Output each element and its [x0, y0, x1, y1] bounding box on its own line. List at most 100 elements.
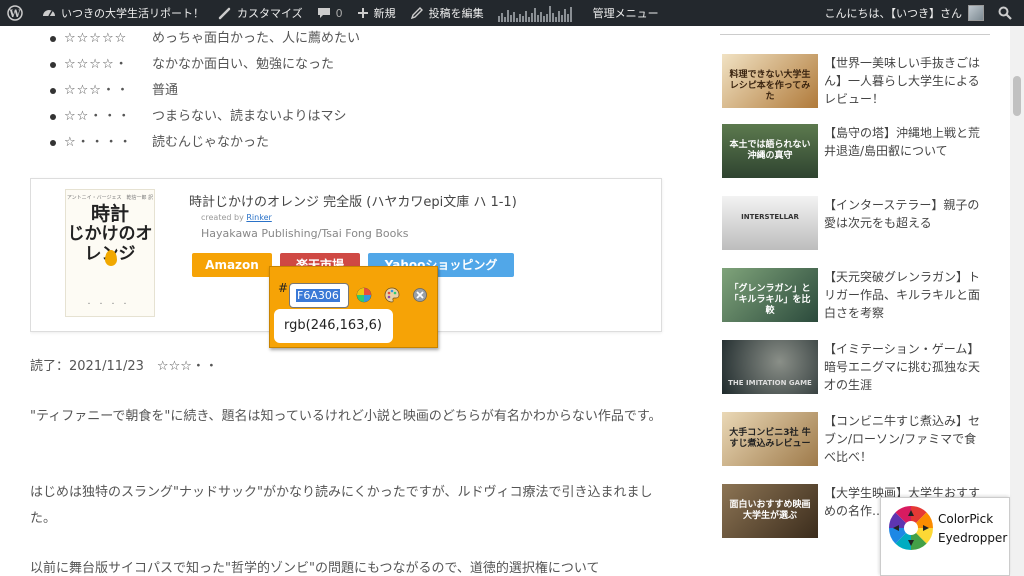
paragraph: はじめは独特のスラング"ナッドサック"がかなり読みにくかったですが、ルドヴィコ療…: [30, 485, 653, 526]
post-title-link[interactable]: 【世界一美味しい手抜きごはん】一人暮らし大学生によるレビュー！: [824, 54, 988, 108]
avatar: [968, 5, 984, 21]
hex-hash-label: #: [278, 281, 289, 295]
orange-drop-icon: [105, 250, 117, 266]
rating-text: めっちゃ面白かった、人に薦めたい: [152, 31, 361, 46]
paragraph: 以前に舞台版サイコパスで知った"哲学的ゾンビ"の問題にもつながるので、道徳的選択…: [30, 561, 600, 576]
rating-stars: ☆・・・・: [64, 135, 133, 150]
edit-post-link[interactable]: 投稿を編集: [403, 0, 491, 26]
post-thumbnail[interactable]: 本土では語られない 沖縄の真守: [722, 124, 818, 178]
colorpick-eyedropper-widget[interactable]: ColorPick Eyedropper: [880, 497, 1010, 576]
paragraph: "ティファニーで朝食を"に続き、題名は知っているけれど小説と映画のどちらが有名か…: [30, 409, 662, 424]
rating-text: 普通: [152, 83, 179, 98]
post-title-link[interactable]: 【イミテーション・ゲーム】暗号エニグマに挑む孤独な天才の生涯: [824, 340, 988, 394]
brush-icon: [218, 7, 231, 20]
sidebar-post-item[interactable]: 大手コンビニ3社 牛すじ煮込みレビュー 【コンビニ牛すじ煮込み】セブン/ローソン…: [720, 412, 990, 468]
rating-text: なかなか面白い、勉強になった: [152, 57, 335, 72]
book-publisher: Hayakawa Publishing/Tsai Fong Books: [201, 227, 409, 240]
my-account-link[interactable]: こんにちは、【いつき】さん: [818, 0, 992, 26]
created-by: created by Rinker: [201, 213, 272, 222]
post-thumbnail[interactable]: 面白いおすすめ映画 大学生が選ぶ: [722, 484, 818, 538]
thumbnail-caption: 面白いおすすめ映画 大学生が選ぶ: [729, 500, 811, 521]
color-picker-popup: # F6A306 rgb(246,163,6): [269, 266, 438, 348]
rating-stars: ☆☆☆☆・: [64, 57, 129, 72]
list-item: ☆・・・・ 読むんじゃなかった: [50, 130, 360, 156]
rating-stars: ☆☆☆☆☆: [64, 31, 128, 46]
search-icon: [998, 6, 1012, 20]
thumbnail-caption: THE IMITATION GAME: [728, 379, 812, 387]
read-date-line: 読了：2021/11/23 ☆☆☆・・: [30, 359, 218, 374]
close-icon[interactable]: [412, 287, 428, 303]
wp-admin-bar: W いつきの大学生活リポート！ カスタマイズ 0 新規 投稿を編集 管理メニュー…: [0, 0, 1024, 26]
customize-link[interactable]: カスタマイズ: [211, 0, 310, 26]
list-item: ☆☆・・・ つまらない、読まないよりはマシ: [50, 104, 360, 130]
thumbnail-caption: 本土では語られない 沖縄の真守: [729, 140, 811, 161]
post-title-link[interactable]: 【インターステラー】親子の愛は次元をも超える: [824, 196, 988, 232]
sidebar-post-item[interactable]: INTERSTELLAR 【インターステラー】親子の愛は次元をも超える: [720, 196, 990, 252]
page-scrollbar[interactable]: [1010, 26, 1024, 576]
new-label: 新規: [373, 7, 396, 20]
rating-text: 読むんじゃなかった: [152, 135, 270, 150]
rating-stars: ☆☆・・・: [64, 109, 132, 124]
dashboard-icon: [43, 10, 55, 17]
post-thumbnail[interactable]: 大手コンビニ3社 牛すじ煮込みレビュー: [722, 412, 818, 466]
post-title-link[interactable]: 【天元突破グレンラガン】トリガー作品、キルラキルと面白さを考察: [824, 268, 988, 322]
sidebar-post-item[interactable]: 本土では語られない 沖縄の真守 【島守の塔】沖縄地上戦と荒井退造/島田叡について: [720, 124, 990, 180]
cover-dots: ・・・・: [85, 301, 134, 308]
hex-value-input[interactable]: F6A306: [289, 283, 349, 308]
list-item: ☆☆☆・・ 普通: [50, 78, 360, 104]
site-name-link[interactable]: いつきの大学生活リポート！: [35, 0, 211, 26]
cover-author: アントニイ・バージェス 乾信一郎 訳: [66, 195, 154, 201]
new-content-link[interactable]: 新規: [350, 0, 403, 26]
wordpress-icon: W: [7, 5, 23, 21]
post-thumbnail[interactable]: 「グレンラガン」と「キルラキル」を比較: [722, 268, 818, 322]
sidebar-post-item[interactable]: 料理できない大学生 レシピ本を作ってみた 【世界一美味しい手抜きごはん】一人暮ら…: [720, 54, 990, 110]
hex-value-selected: F6A306: [296, 289, 340, 302]
sidebar-recent-posts: 料理できない大学生 レシピ本を作ってみた 【世界一美味しい手抜きごはん】一人暮ら…: [720, 26, 990, 576]
post-thumbnail[interactable]: INTERSTELLAR: [722, 196, 818, 250]
post-title-link[interactable]: 【島守の塔】沖縄地上戦と荒井退造/島田叡について: [824, 124, 988, 160]
rating-text: つまらない、読まないよりはマシ: [152, 109, 347, 124]
post-thumbnail[interactable]: THE IMITATION GAME: [722, 340, 818, 394]
amazon-button[interactable]: Amazon: [192, 253, 272, 277]
color-wheel-icon[interactable]: [356, 287, 372, 303]
admin-menu-link[interactable]: 管理メニュー: [586, 0, 666, 26]
eyedropper-color-wheel-icon: [888, 505, 934, 551]
scrollbar-thumb[interactable]: [1013, 76, 1021, 116]
rgb-value-box[interactable]: rgb(246,163,6): [274, 309, 393, 343]
sidebar-post-item[interactable]: 「グレンラガン」と「キルラキル」を比較 【天元突破グレンラガン】トリガー作品、キ…: [720, 268, 990, 324]
list-item: ☆☆☆☆・ なかなか面白い、勉強になった: [50, 52, 360, 78]
thumbnail-caption: 「グレンラガン」と「キルラキル」を比較: [729, 284, 811, 316]
thumbnail-caption: 大手コンビニ3社 牛すじ煮込みレビュー: [729, 428, 811, 449]
stats-sparkline[interactable]: [491, 0, 586, 26]
list-item: ☆☆☆☆☆ めっちゃ面白かった、人に薦めたい: [50, 26, 360, 52]
wordpress-logo[interactable]: W: [0, 0, 35, 26]
rating-stars: ☆☆☆・・: [64, 83, 130, 98]
svg-text:W: W: [8, 9, 21, 20]
greeting-text: こんにちは、【いつき】さん: [824, 7, 963, 20]
post-title-link[interactable]: 【コンビニ牛すじ煮込み】セブン/ローソン/ファミマで食べ比べ！: [824, 412, 988, 466]
admin-menu-label: 管理メニュー: [592, 7, 659, 20]
plus-icon: [357, 8, 368, 18]
site-name: いつきの大学生活リポート！: [61, 7, 204, 20]
stats-chart-icon: [497, 6, 572, 22]
thumbnail-caption: INTERSTELLAR: [741, 213, 799, 221]
edit-post-label: 投稿を編集: [428, 7, 484, 20]
eyedropper-label: ColorPick Eyedropper: [938, 512, 1008, 545]
book-cover-image[interactable]: アントニイ・バージェス 乾信一郎 訳 時計 じかけのオレンジ ・・・・: [65, 189, 155, 317]
comments-count: 0: [335, 6, 343, 20]
palette-icon[interactable]: [384, 287, 400, 303]
pencil-icon: [410, 7, 423, 20]
created-by-label: created by: [201, 213, 244, 222]
sidebar-post-item[interactable]: THE IMITATION GAME 【イミテーション・ゲーム】暗号エニグマに挑…: [720, 340, 990, 396]
sidebar-divider: [720, 34, 990, 35]
book-title-link[interactable]: 時計じかけのオレンジ 完全版 (ハヤカワepi文庫 ハ 1-1): [189, 191, 517, 210]
rating-scale-list: ☆☆☆☆☆ めっちゃ面白かった、人に薦めたい ☆☆☆☆・ なかなか面白い、勉強になっ…: [50, 26, 360, 156]
comment-icon: [317, 8, 330, 18]
thumbnail-caption: 料理できない大学生 レシピ本を作ってみた: [729, 70, 811, 102]
comments-link[interactable]: 0: [310, 0, 350, 26]
rinker-link[interactable]: Rinker: [246, 213, 271, 222]
search-button[interactable]: [991, 0, 1024, 26]
cover-title-line-1: 時計: [90, 203, 129, 225]
post-thumbnail[interactable]: 料理できない大学生 レシピ本を作ってみた: [722, 54, 818, 108]
customize-label: カスタマイズ: [237, 7, 303, 20]
